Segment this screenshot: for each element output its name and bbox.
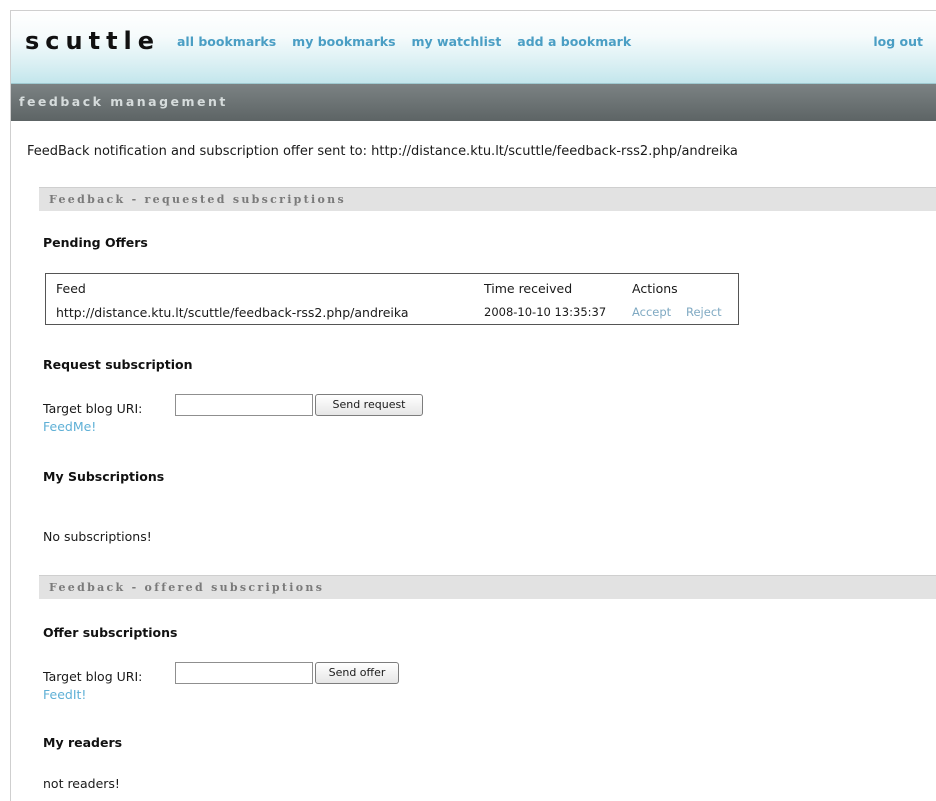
page-title-bar: feedback management — [11, 83, 936, 121]
section-title: Feedback - requested subscriptions — [49, 193, 346, 206]
request-subscription-heading: Request subscription — [43, 357, 193, 372]
request-target-uri-input[interactable] — [175, 394, 313, 416]
offer-subscriptions-heading: Offer subscriptions — [43, 625, 178, 640]
column-header-time: Time received — [484, 281, 573, 296]
send-offer-button[interactable]: Send offer — [315, 662, 399, 684]
nav-my-bookmarks[interactable]: my bookmarks — [292, 34, 395, 49]
browser-frame: scuttle all bookmarks my bookmarks my wa… — [10, 10, 936, 801]
my-readers-heading: My readers — [43, 735, 123, 750]
nav-my-watchlist[interactable]: my watchlist — [412, 34, 502, 49]
offer-time-received: 2008-10-10 13:35:37 — [484, 305, 607, 319]
logout-link[interactable]: log out — [873, 34, 923, 49]
site-logo[interactable]: scuttle — [25, 27, 160, 55]
target-blog-uri-label: Target blog URI: — [43, 669, 143, 684]
pending-offers-table: Feed Time received Actions http://distan… — [45, 273, 739, 325]
nav-all-bookmarks[interactable]: all bookmarks — [177, 34, 276, 49]
reject-offer-link[interactable]: Reject — [686, 305, 722, 319]
my-subscriptions-heading: My Subscriptions — [43, 469, 165, 484]
column-header-actions: Actions — [632, 281, 678, 296]
column-header-feed: Feed — [56, 281, 86, 296]
accept-offer-link[interactable]: Accept — [632, 305, 671, 319]
offer-feed-url: http://distance.ktu.lt/scuttle/feedback-… — [56, 305, 409, 320]
nav-add-bookmark[interactable]: add a bookmark — [517, 34, 631, 49]
section-requested-subscriptions: Feedback - requested subscriptions — [39, 187, 936, 211]
send-request-button[interactable]: Send request — [315, 394, 423, 416]
offer-target-uri-input[interactable] — [175, 662, 313, 684]
no-readers-text: not readers! — [43, 776, 120, 791]
pending-offers-heading: Pending Offers — [43, 235, 148, 250]
top-header: scuttle all bookmarks my bookmarks my wa… — [11, 11, 936, 83]
feedit-link[interactable]: FeedIt! — [43, 687, 86, 702]
no-subscriptions-text: No subscriptions! — [43, 529, 152, 544]
section-offered-subscriptions: Feedback - offered subscriptions — [39, 575, 936, 599]
notification-message: FeedBack notification and subscription o… — [27, 144, 738, 159]
main-nav: all bookmarks my bookmarks my watchlist … — [177, 34, 631, 49]
section-title: Feedback - offered subscriptions — [49, 581, 325, 594]
page-title: feedback management — [19, 94, 228, 109]
target-blog-uri-label: Target blog URI: — [43, 401, 143, 416]
feedme-link[interactable]: FeedMe! — [43, 419, 96, 434]
